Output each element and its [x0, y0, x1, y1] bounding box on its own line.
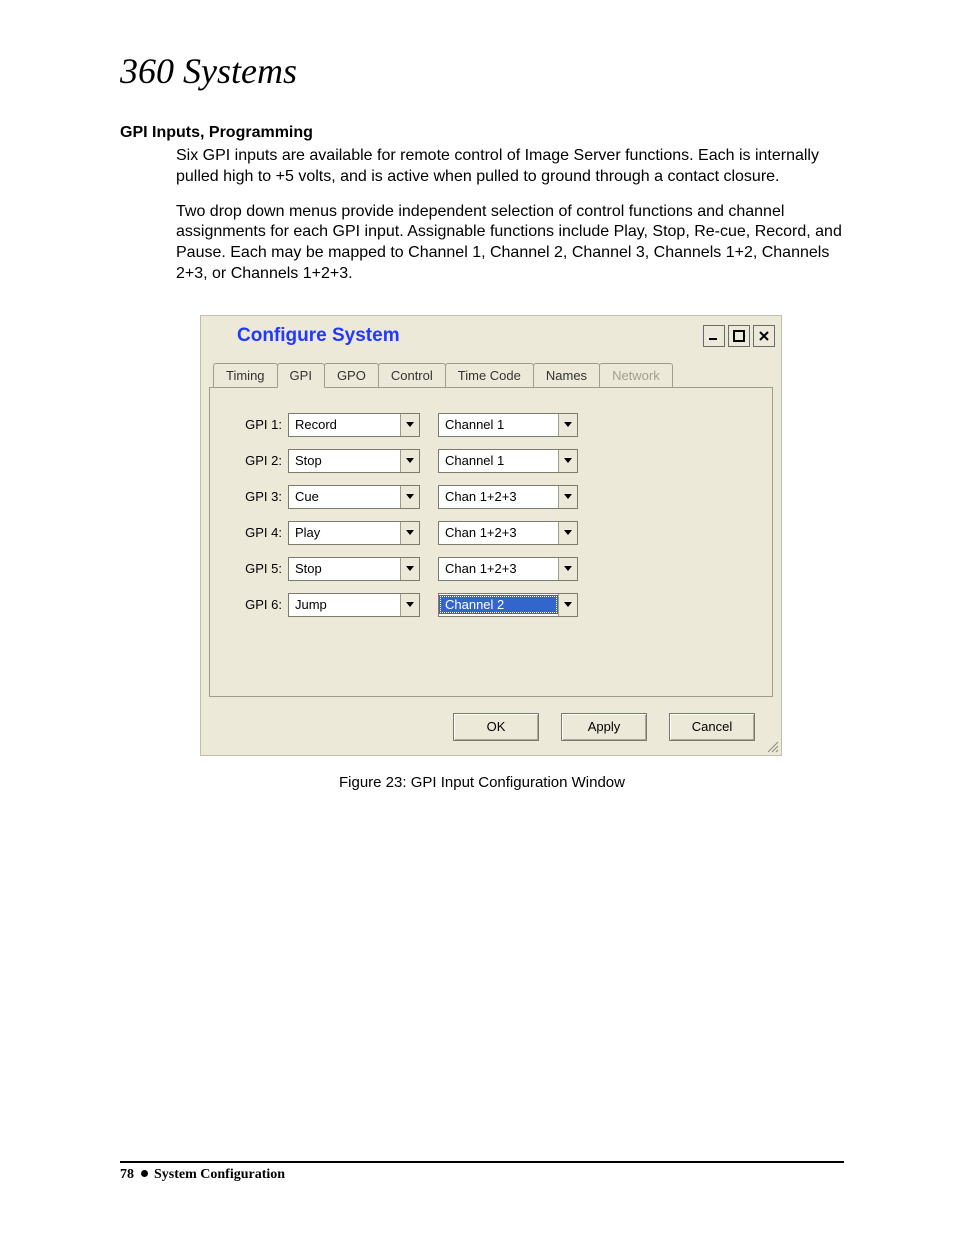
gpi4-label: GPI 4:: [226, 525, 288, 540]
gpi2-channel-value: Channel 1: [439, 451, 558, 470]
gpi6-label: GPI 6:: [226, 597, 288, 612]
maximize-button[interactable]: [728, 325, 750, 347]
minimize-icon: [708, 330, 720, 342]
bullet-icon: [141, 1170, 148, 1177]
gpi6-channel-value: Channel 2: [439, 595, 558, 614]
gpi4-function-value: Play: [289, 523, 400, 542]
chevron-down-icon: [558, 522, 577, 544]
section-heading: GPI Inputs, Programming: [120, 124, 844, 142]
ok-button[interactable]: OK: [453, 713, 539, 741]
gpi5-function-value: Stop: [289, 559, 400, 578]
gpi4-channel-select[interactable]: Chan 1+2+3: [438, 521, 578, 545]
gpi-row-1: GPI 1: Record Channel 1: [226, 410, 756, 440]
gpi1-channel-value: Channel 1: [439, 415, 558, 434]
gpi2-function-value: Stop: [289, 451, 400, 470]
gpi-row-3: GPI 3: Cue Chan 1+2+3: [226, 482, 756, 512]
gpi4-channel-value: Chan 1+2+3: [439, 523, 558, 542]
gpi2-function-select[interactable]: Stop: [288, 449, 420, 473]
close-icon: [758, 330, 770, 342]
tab-control[interactable]: Control: [378, 363, 446, 388]
gpi3-channel-value: Chan 1+2+3: [439, 487, 558, 506]
chevron-down-icon: [400, 414, 419, 436]
gpi-row-2: GPI 2: Stop Channel 1: [226, 446, 756, 476]
tab-names[interactable]: Names: [533, 363, 600, 388]
gpi1-label: GPI 1:: [226, 417, 288, 432]
chevron-down-icon: [400, 486, 419, 508]
tab-timecode[interactable]: Time Code: [445, 363, 534, 388]
gpi3-label: GPI 3:: [226, 489, 288, 504]
tab-network[interactable]: Network: [599, 363, 673, 388]
gpi5-channel-value: Chan 1+2+3: [439, 559, 558, 578]
chevron-down-icon: [558, 486, 577, 508]
maximize-icon: [733, 330, 745, 342]
gpi3-function-value: Cue: [289, 487, 400, 506]
gpi1-function-value: Record: [289, 415, 400, 434]
tab-gpo[interactable]: GPO: [324, 363, 379, 388]
figure-caption: Figure 23: GPI Input Configuration Windo…: [120, 774, 844, 791]
minimize-button[interactable]: [703, 325, 725, 347]
chevron-down-icon: [558, 594, 577, 616]
configure-system-dialog: Configure System Timing GPI GPO Control …: [200, 315, 782, 756]
gpi-row-5: GPI 5: Stop Chan 1+2+3: [226, 554, 756, 584]
gpi5-channel-select[interactable]: Chan 1+2+3: [438, 557, 578, 581]
apply-button[interactable]: Apply: [561, 713, 647, 741]
footer-page-number: 78: [120, 1167, 134, 1182]
close-button[interactable]: [753, 325, 775, 347]
gpi1-channel-select[interactable]: Channel 1: [438, 413, 578, 437]
gpi6-channel-select[interactable]: Channel 2: [438, 593, 578, 617]
chevron-down-icon: [558, 450, 577, 472]
gpi2-channel-select[interactable]: Channel 1: [438, 449, 578, 473]
tabstrip: Timing GPI GPO Control Time Code Names N…: [201, 352, 781, 387]
gpi2-label: GPI 2:: [226, 453, 288, 468]
dialog-button-row: OK Apply Cancel: [201, 707, 781, 755]
gpi-row-6: GPI 6: Jump Channel 2: [226, 590, 756, 620]
gpi4-function-select[interactable]: Play: [288, 521, 420, 545]
dialog-titlebar: Configure System: [201, 316, 781, 352]
tab-gpi[interactable]: GPI: [277, 363, 325, 388]
brand-logo: 360 Systems: [120, 50, 844, 92]
dialog-title: Configure System: [207, 325, 703, 347]
tab-timing[interactable]: Timing: [213, 363, 278, 388]
gpi1-function-select[interactable]: Record: [288, 413, 420, 437]
gpi3-channel-select[interactable]: Chan 1+2+3: [438, 485, 578, 509]
gpi6-function-select[interactable]: Jump: [288, 593, 420, 617]
chevron-down-icon: [558, 558, 577, 580]
page-footer: 78 System Configuration: [120, 1161, 844, 1183]
chevron-down-icon: [400, 522, 419, 544]
cancel-button[interactable]: Cancel: [669, 713, 755, 741]
chevron-down-icon: [558, 414, 577, 436]
gpi5-function-select[interactable]: Stop: [288, 557, 420, 581]
gpi-tabpanel: GPI 1: Record Channel 1 GPI 2: Stop: [209, 387, 773, 697]
chevron-down-icon: [400, 558, 419, 580]
chevron-down-icon: [400, 450, 419, 472]
gpi3-function-select[interactable]: Cue: [288, 485, 420, 509]
paragraph-intro-1: Six GPI inputs are available for remote …: [176, 146, 844, 188]
paragraph-intro-2: Two drop down menus provide independent …: [176, 202, 844, 285]
footer-section-name: System Configuration: [154, 1167, 285, 1182]
gpi-row-4: GPI 4: Play Chan 1+2+3: [226, 518, 756, 548]
gpi5-label: GPI 5:: [226, 561, 288, 576]
chevron-down-icon: [400, 594, 419, 616]
resize-grip-icon[interactable]: [765, 739, 779, 753]
gpi6-function-value: Jump: [289, 595, 400, 614]
